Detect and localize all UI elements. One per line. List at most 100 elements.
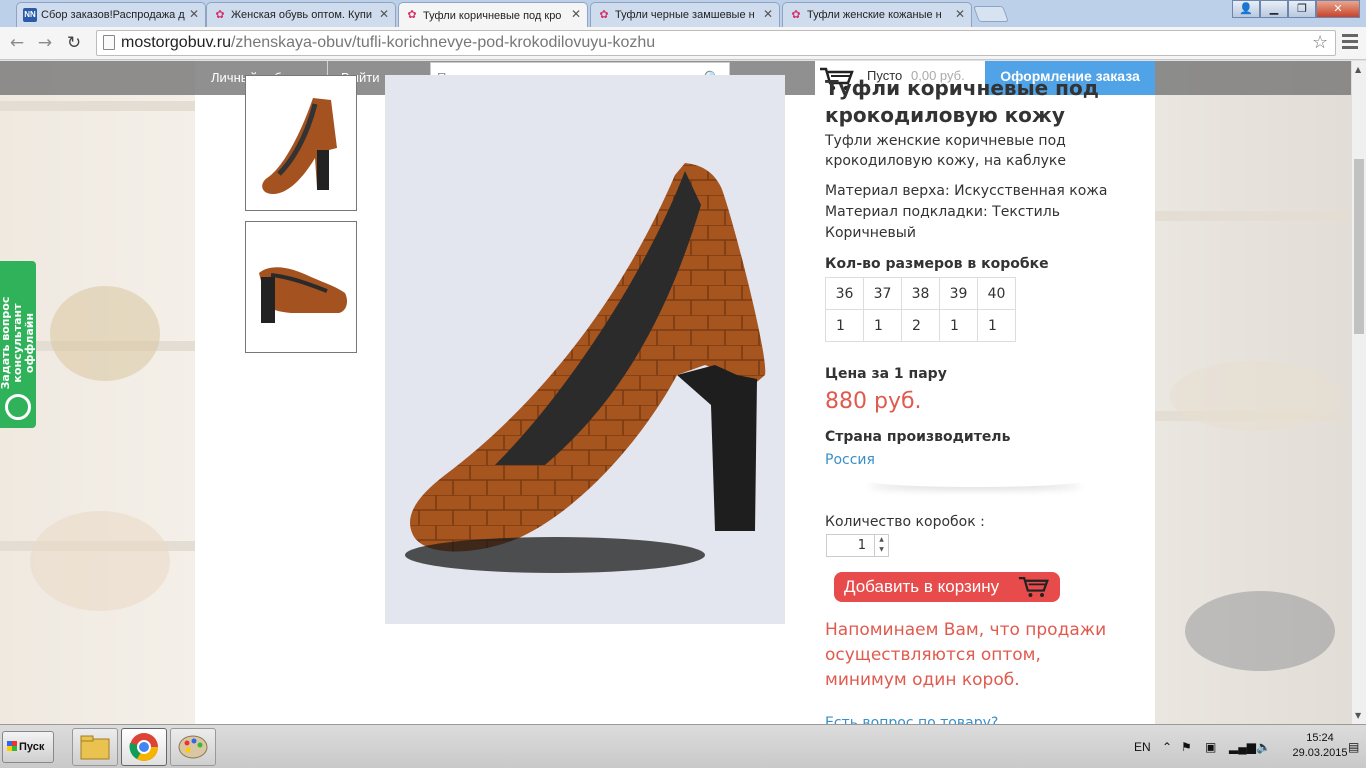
volume-icon[interactable]: 🔈 <box>1256 725 1271 768</box>
background-shelf <box>1155 211 1351 221</box>
menu-icon[interactable] <box>1342 34 1358 52</box>
tab-title: Женская обувь оптом. Купи <box>231 9 372 21</box>
network-signal-icon[interactable]: ▂▄▆ <box>1229 725 1256 768</box>
close-icon[interactable]: ✕ <box>189 7 199 21</box>
browser-tab-2[interactable]: ✿ Женская обувь оптом. Купи ✕ <box>206 2 396 27</box>
url-input[interactable]: mostorgobuv.ru/zhenskaya-obuv/tufli-kori… <box>96 30 1336 56</box>
flower-icon: ✿ <box>215 9 225 21</box>
size-count-cell: 1 <box>939 309 978 342</box>
vertical-scrollbar[interactable]: ▲ ▼ <box>1351 61 1366 724</box>
size-cell: 40 <box>977 277 1016 310</box>
system-clock[interactable]: 15:24 29.03.2015 <box>1290 731 1350 761</box>
close-icon[interactable]: ✕ <box>763 7 773 21</box>
product-price: 880 руб. <box>825 389 922 414</box>
chrome-taskbar-button[interactable] <box>121 728 167 766</box>
product-thumbnail-1[interactable] <box>245 75 357 211</box>
flower-icon: ✿ <box>791 9 801 21</box>
tab-title: Сбор заказов!Распродажа д <box>41 9 185 21</box>
start-button[interactable]: Пуск <box>2 731 54 763</box>
boxes-quantity-value: 1 <box>857 538 866 553</box>
reload-icon[interactable]: ↻ <box>63 33 85 53</box>
address-bar: ← → ↻ mostorgobuv.ru/zhenskaya-obuv/tufl… <box>0 27 1366 60</box>
cart-icon <box>1018 577 1049 597</box>
close-icon[interactable]: ✕ <box>955 7 965 21</box>
ask-question-link[interactable]: Есть вопрос по товару? <box>825 715 998 724</box>
forward-arrow-icon[interactable]: → <box>34 33 56 53</box>
paint-taskbar-button[interactable] <box>170 728 216 766</box>
shoe-thumbnail-image <box>259 267 347 323</box>
back-arrow-icon[interactable]: ← <box>6 33 28 53</box>
paint-palette-icon <box>178 735 208 759</box>
windows-taskbar: Пуск EN ⌃ ⚑ ▣ ▂▄▆ 🔈 15:24 29.03.2015 ▤ <box>0 724 1366 768</box>
size-cell: 36 <box>825 277 864 310</box>
size-cell: 38 <box>901 277 940 310</box>
url-path: /zhenskaya-obuv/tufli-korichnevye-pod-kr… <box>230 34 656 51</box>
size-count-cell: 1 <box>977 309 1016 342</box>
page-viewport: Личный кабинет Выйти Поиск 🔍 Пусто 0,00 … <box>0 61 1351 724</box>
chat-icon <box>5 394 31 420</box>
window-controls: 👤 ▁ ❐ ✕ <box>1232 0 1360 18</box>
background-shoe <box>30 511 170 611</box>
sizes-label: Кол-во размеров в коробке <box>825 256 1049 272</box>
new-tab-button[interactable] <box>973 6 1009 22</box>
bookmark-star-icon[interactable]: ☆ <box>1312 32 1328 53</box>
tab-title: Туфли черные замшевые н <box>615 9 755 21</box>
restore-button[interactable]: ❐ <box>1288 0 1316 18</box>
browser-tab-1[interactable]: NN Сбор заказов!Распродажа д ✕ <box>16 2 206 27</box>
product-main-image[interactable] <box>385 75 785 624</box>
spinner-arrows-icon[interactable]: ▲ ▼ <box>874 535 888 556</box>
user-icon[interactable]: 👤 <box>1232 0 1260 18</box>
start-label: Пуск <box>19 741 45 753</box>
add-to-cart-label: Добавить в корзину <box>844 577 1000 596</box>
chrome-icon <box>129 733 158 761</box>
divider <box>865 473 1085 487</box>
widget-line-2: консультант оффлайн <box>11 303 36 383</box>
product-subtitle: Туфли женские коричневые под крокодилову… <box>825 133 1066 169</box>
close-window-button[interactable]: ✕ <box>1316 0 1360 18</box>
product-specs: Материал верха: Искусственная кожа Матер… <box>825 181 1107 244</box>
nn-icon: NN <box>23 8 37 22</box>
shoe-thumbnail-image <box>262 98 337 194</box>
windows-logo-icon <box>7 741 17 751</box>
close-icon[interactable]: ✕ <box>571 7 581 21</box>
clock-time: 15:24 <box>1306 732 1334 744</box>
scrollbar-thumb[interactable] <box>1354 159 1364 334</box>
browser-tab-5[interactable]: ✿ Туфли женские кожаные н ✕ <box>782 2 972 27</box>
background-shelf <box>0 101 195 111</box>
size-cell: 39 <box>939 277 978 310</box>
folder-icon <box>80 735 110 760</box>
action-center-flag-icon[interactable]: ⚑ <box>1181 725 1192 768</box>
flower-icon: ✿ <box>407 9 417 21</box>
tab-title: Туфли коричневые под кро <box>423 9 562 22</box>
minimize-button[interactable]: ▁ <box>1260 0 1288 18</box>
product-thumbnail-2[interactable] <box>245 221 357 353</box>
scroll-up-icon[interactable]: ▲ <box>1355 65 1361 74</box>
size-cell: 37 <box>863 277 902 310</box>
size-count-cell: 1 <box>825 309 864 342</box>
scroll-down-icon[interactable]: ▼ <box>1355 711 1361 720</box>
boxes-quantity-stepper[interactable]: 1 ▲ ▼ <box>826 534 889 557</box>
sizes-table: 36 37 38 39 40 1 1 2 1 1 <box>825 277 1016 342</box>
browser-tab-4[interactable]: ✿ Туфли черные замшевые н ✕ <box>590 2 780 27</box>
boxes-label: Количество коробок : <box>825 514 985 530</box>
product-title: Туфли коричневые под крокодиловую кожу <box>825 76 1099 127</box>
background-shoe <box>1170 361 1340 431</box>
tab-title: Туфли женские кожаные н <box>807 9 942 21</box>
language-indicator[interactable]: EN <box>1134 725 1151 768</box>
spec-lining-material: Материал подкладки: Текстиль <box>825 204 1060 220</box>
price-label: Цена за 1 пару <box>825 366 947 382</box>
size-count-cell: 2 <box>901 309 940 342</box>
close-icon[interactable]: ✕ <box>379 7 389 21</box>
browser-tab-3[interactable]: ✿ Туфли коричневые под кро ✕ <box>398 2 588 28</box>
page-icon <box>103 35 115 50</box>
show-hidden-icons-icon[interactable]: ⌃ <box>1162 725 1172 768</box>
notification-icon[interactable]: ▤ <box>1348 725 1359 768</box>
device-icon[interactable]: ▣ <box>1205 725 1216 768</box>
ask-question-widget[interactable]: Задать вопрос консультант оффлайн <box>0 261 36 428</box>
spec-color: Коричневый <box>825 225 916 241</box>
explorer-taskbar-button[interactable] <box>72 728 118 766</box>
add-to-cart-button[interactable]: Добавить в корзину <box>834 572 1060 602</box>
background-shoe <box>50 286 160 381</box>
country-link[interactable]: Россия <box>825 452 875 468</box>
widget-text: Задать вопрос консультант оффлайн <box>0 273 36 413</box>
